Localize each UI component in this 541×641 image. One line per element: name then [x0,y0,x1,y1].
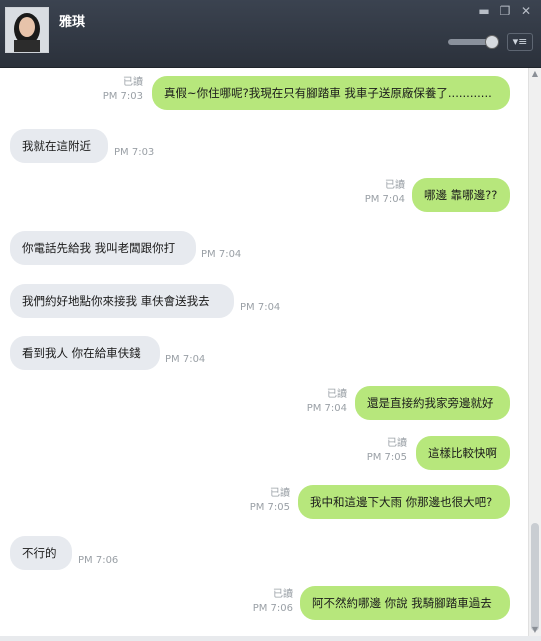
read-receipt: 已讀 [385,180,405,191]
message-meta: 已讀 PM 7:03 [88,76,143,104]
scroll-down-icon[interactable]: ▼ [529,624,541,636]
message-bubble[interactable]: 我就在這附近 [10,129,108,163]
timestamp: PM 7:04 [201,249,242,260]
timestamp: PM 7:04 [306,403,347,414]
message-meta: PM 7:06 [78,554,138,568]
timestamp: PM 7:03 [114,147,155,158]
volume-slider[interactable] [448,35,500,49]
message-meta: 已讀 PM 7:06 [238,588,293,616]
message-bubble[interactable]: 不行的 [10,536,72,570]
message-bubble[interactable]: 我中和這邊下大雨 你那邊也很大吧? [298,485,510,519]
input-bar-edge [0,636,541,641]
read-receipt: 已讀 [270,488,290,499]
read-receipt: 已讀 [273,589,293,600]
maximize-icon[interactable]: ❐ [497,4,513,18]
read-receipt: 已讀 [123,77,143,88]
timestamp: PM 7:05 [366,452,407,463]
message-meta: PM 7:04 [201,248,261,262]
timestamp: PM 7:04 [364,194,405,205]
message-bubble[interactable]: 這樣比較快啊 [416,436,510,470]
message-bubble[interactable]: 你電話先給我 我叫老闆跟你打 [10,231,196,265]
message-meta: 已讀 PM 7:04 [350,179,405,207]
timestamp: PM 7:04 [165,354,206,365]
message-meta: PM 7:04 [240,301,300,315]
message-meta: 已讀 PM 7:04 [292,388,347,416]
message-meta: PM 7:03 [114,146,174,160]
message-bubble[interactable]: 我們約好地點你來接我 車伕會送我去 [10,284,234,318]
contact-name: 雅琪 [59,15,86,30]
message-bubble[interactable]: 真假~你住哪呢?我現在只有腳踏車 我車子送原廠保養了............ [152,76,510,110]
message-bubble[interactable]: 哪邊 靠哪邊?? [412,178,510,212]
timestamp: PM 7:06 [78,555,119,566]
chat-header: 雅琪 ▬ ❐ ✕ ▾≡ [0,0,541,68]
timestamp: PM 7:04 [240,302,281,313]
timestamp: PM 7:06 [252,603,293,614]
scroll-thumb[interactable] [531,523,539,631]
chat-area: 已讀 PM 7:03 真假~你住哪呢?我現在只有腳踏車 我車子送原廠保養了...… [0,68,528,636]
timestamp: PM 7:03 [102,91,143,102]
message-meta: 已讀 PM 7:05 [352,437,407,465]
minimize-icon[interactable]: ▬ [476,4,492,18]
contact-avatar[interactable] [5,7,49,53]
read-receipt: 已讀 [327,389,347,400]
message-meta: 已讀 PM 7:05 [235,487,290,515]
chat-scrollbar[interactable]: ▲ ▼ [528,68,541,636]
timestamp: PM 7:05 [249,502,290,513]
close-icon[interactable]: ✕ [518,4,534,18]
menu-button[interactable]: ▾≡ [507,33,533,51]
volume-knob[interactable] [485,35,500,49]
read-receipt: 已讀 [387,438,407,449]
message-bubble[interactable]: 阿不然約哪邊 你說 我騎腳踏車過去 [300,586,510,620]
message-meta: PM 7:04 [165,353,225,367]
scroll-up-icon[interactable]: ▲ [529,68,541,80]
message-bubble[interactable]: 看到我人 你在給車伕錢 [10,336,160,370]
message-bubble[interactable]: 還是直接約我家旁邊就好 [355,386,510,420]
